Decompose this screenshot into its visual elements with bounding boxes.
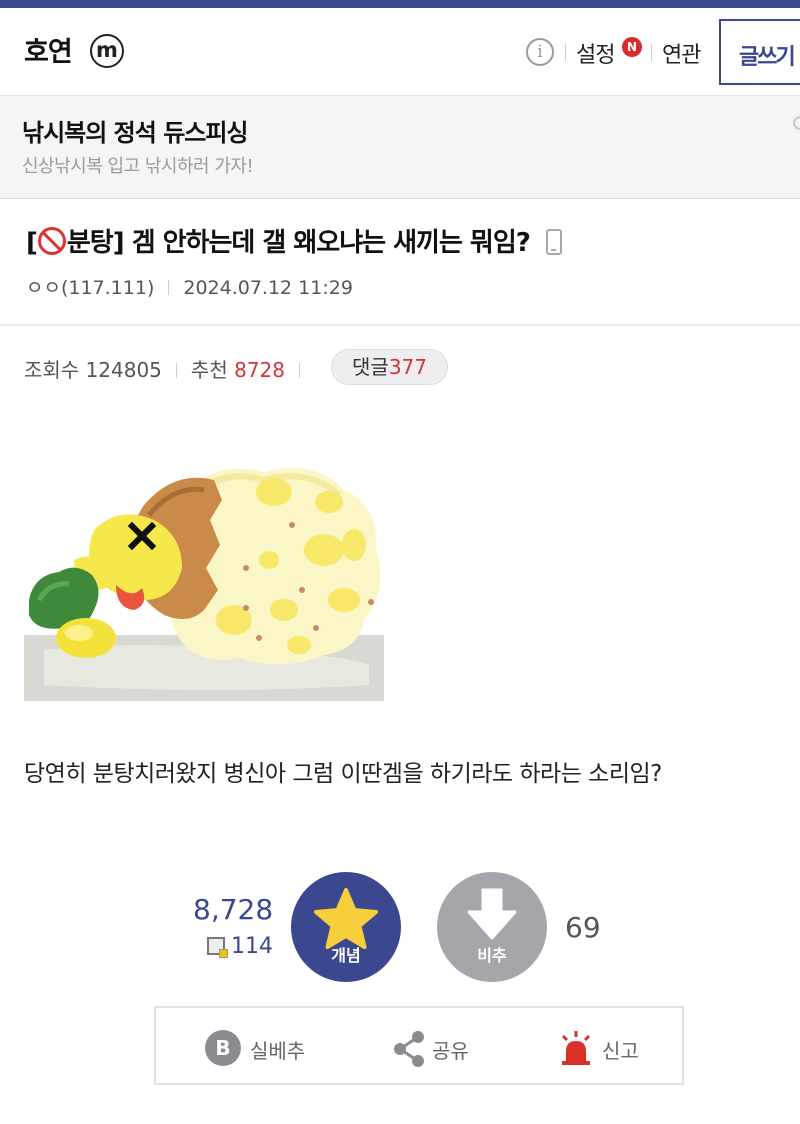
fixed-recommend-icon	[207, 937, 228, 958]
ad-banner[interactable]: 낚시복의 정석 듀스피싱 신상낚시복 입고 낚시하러 가자!	[0, 96, 800, 199]
report-label: 신고	[602, 1039, 639, 1063]
post-date: 2024.07.12 11:29	[183, 277, 353, 299]
stats-divider	[175, 363, 177, 378]
mobile-icon	[545, 229, 562, 255]
stats-divider	[299, 363, 300, 378]
ad-title: 낚시복의 정석 듀스피싱	[22, 119, 249, 147]
prohibited-icon	[37, 227, 66, 255]
post-author[interactable]: ㅇㅇ(117.111)	[26, 277, 154, 299]
meta-divider	[168, 280, 170, 295]
siren-icon	[561, 1031, 591, 1065]
related-link[interactable]: 연관	[662, 37, 701, 69]
recommend-total: 8,728	[193, 893, 274, 926]
section-divider	[0, 324, 800, 326]
b-circle-icon: B	[205, 1030, 241, 1066]
fixed-recommend: 114	[207, 934, 273, 959]
header-divider	[565, 44, 566, 61]
silbe-button[interactable]: B 실베추	[204, 1029, 314, 1067]
minor-gallery-badge-icon: m	[90, 34, 124, 68]
views-count: 124805	[85, 358, 162, 382]
post-actions: B 실베추 공유 신고	[154, 1006, 684, 1085]
new-badge: N	[622, 37, 642, 57]
svg-text:B: B	[215, 1036, 230, 1060]
post-title: [ 분탕] 겜 안하는데 갤 왜오냐는 새끼는 뭐임?	[26, 222, 562, 259]
silbe-label: 실베추	[250, 1039, 306, 1063]
post-body: 당연히 분탕치러왔지 병신아 그럼 이딴겜을 하기라도 하라는 소리임?	[24, 761, 662, 787]
recommend-button[interactable]: 개념	[291, 872, 401, 982]
comment-label: 댓글	[352, 355, 389, 379]
ad-subtitle: 신상낚시복 입고 낚시하러 가자!	[22, 156, 254, 177]
ad-info-icon[interactable]	[793, 116, 800, 130]
post-image[interactable]	[24, 450, 384, 701]
comment-count: 377	[388, 355, 427, 379]
report-button[interactable]: 신고	[558, 1029, 648, 1067]
share-icon	[394, 1031, 424, 1067]
downvote-button[interactable]: 비추	[437, 872, 547, 982]
gallery-name[interactable]: 호연	[24, 30, 73, 69]
sleeping-character-image	[24, 450, 384, 701]
info-icon[interactable]: i	[526, 38, 554, 66]
write-button[interactable]: 글쓰기	[719, 19, 800, 85]
share-button[interactable]: 공유	[392, 1029, 482, 1067]
downvote-count: 69	[565, 911, 601, 944]
post-stats: 조회수 124805 추천 8728	[24, 354, 314, 383]
post-category: 분탕	[66, 228, 114, 258]
post-meta: ㅇㅇ(117.111) 2024.07.12 11:29	[26, 273, 353, 300]
category-bracket-close: ]	[112, 228, 125, 258]
comment-count-button[interactable]: 댓글377	[331, 349, 448, 385]
header-divider	[651, 44, 652, 61]
views-label: 조회수	[24, 358, 80, 382]
minor-badge-letter: m	[96, 38, 118, 62]
downvote-button-label: 비추	[477, 946, 507, 965]
share-label: 공유	[432, 1039, 469, 1063]
recommend-label: 추천	[190, 358, 228, 382]
settings-link[interactable]: 설정	[576, 37, 615, 69]
recommend-button-label: 개념	[331, 946, 361, 965]
write-button-label: 글쓰기	[739, 45, 796, 70]
category-bracket-open: [	[26, 228, 38, 258]
post-title-text: 겜 안하는데 갤 왜오냐는 새끼는 뭐임?	[131, 228, 531, 258]
fixed-recommend-count: 114	[231, 934, 273, 959]
header: 호연 m i 설정 N 연관 글쓰기	[0, 8, 800, 96]
top-accent-bar	[0, 0, 800, 8]
recommend-count: 8728	[234, 358, 285, 382]
